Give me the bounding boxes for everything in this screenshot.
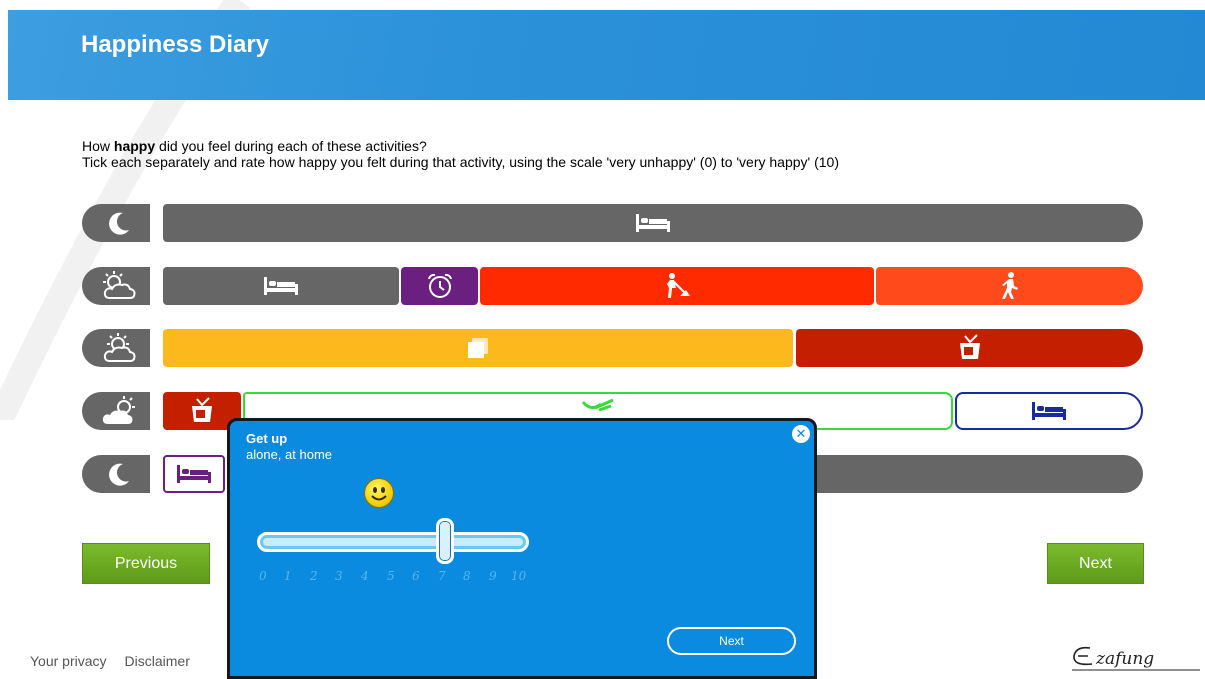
moon-icon xyxy=(82,455,156,493)
previous-button[interactable]: Previous xyxy=(82,543,210,584)
university-logo: zafung xyxy=(1072,646,1200,671)
cooking-icon xyxy=(581,398,614,412)
scale-tick: 5 xyxy=(387,569,395,583)
sunset-cloud-icon xyxy=(82,392,156,430)
moon-icon xyxy=(82,204,156,242)
scale-tick: 6 xyxy=(412,569,420,583)
tv-icon xyxy=(192,397,212,422)
instructions: How happy did you feel during each of th… xyxy=(82,138,839,170)
sleep-icon xyxy=(636,214,670,232)
header-bar: Happiness Diary xyxy=(8,10,1205,100)
sunrise-cloud-icon xyxy=(82,267,156,305)
sleep-icon xyxy=(177,465,211,483)
scale-tick: 8 xyxy=(463,569,471,583)
scale-tick: 4 xyxy=(361,569,369,583)
timeline-row-morning xyxy=(82,267,1143,305)
happiness-slider-track[interactable] xyxy=(257,532,529,552)
scale-tick: 0 xyxy=(259,569,267,583)
popup-next-button[interactable]: Next xyxy=(667,627,796,655)
walking-icon xyxy=(1001,272,1018,299)
scale-tick: 9 xyxy=(489,569,497,583)
footer-links: Your privacy Disclaimer xyxy=(30,653,208,669)
sleep-icon xyxy=(264,277,298,295)
activity-tv[interactable] xyxy=(796,329,1143,367)
next-button[interactable]: Next xyxy=(1047,543,1144,584)
activity-walk[interactable] xyxy=(876,267,1143,305)
sleep-icon xyxy=(1032,402,1066,420)
activity-sleep-evening[interactable] xyxy=(955,392,1143,430)
scale-tick: 2 xyxy=(310,569,318,583)
scale-tick: 1 xyxy=(284,569,292,583)
rating-popup: Get up alone, at home ✕ 0 1 2 3 4 5 6 7 … xyxy=(227,418,817,679)
tv-icon xyxy=(959,334,980,359)
popup-subtitle: alone, at home xyxy=(246,447,333,462)
activity-sleep-night[interactable] xyxy=(163,455,225,493)
timeline-row-night-early xyxy=(82,204,1143,242)
page-title: Happiness Diary xyxy=(81,31,270,58)
popup-title: Get up xyxy=(246,431,288,446)
scale-tick: 3 xyxy=(335,569,343,583)
work-icon xyxy=(667,273,690,298)
disclaimer-link[interactable]: Disclaimer xyxy=(125,653,190,669)
close-icon[interactable]: ✕ xyxy=(792,425,810,443)
activity-sleep[interactable] xyxy=(163,267,399,305)
smiley-icon xyxy=(364,478,394,508)
timeline-row-afternoon xyxy=(82,329,1143,367)
scale-tick: 10 xyxy=(511,569,527,583)
instructions-line-2: Tick each separately and rate how happy … xyxy=(82,154,839,170)
activity-sleep[interactable] xyxy=(163,204,1143,242)
privacy-link[interactable]: Your privacy xyxy=(30,653,107,669)
activity-get-up[interactable] xyxy=(401,267,478,305)
activity-work[interactable] xyxy=(480,267,874,305)
sun-cloud-icon xyxy=(82,329,156,367)
happiness-slider-handle[interactable] xyxy=(436,518,454,564)
svg-text:zafung: zafung xyxy=(1095,649,1154,669)
instructions-line-1: How happy did you feel during each of th… xyxy=(82,138,427,154)
activity-paperwork[interactable] xyxy=(163,329,793,367)
paper-icon xyxy=(468,338,488,358)
scale-tick: 7 xyxy=(438,569,446,583)
alarm-clock-icon xyxy=(427,273,452,298)
